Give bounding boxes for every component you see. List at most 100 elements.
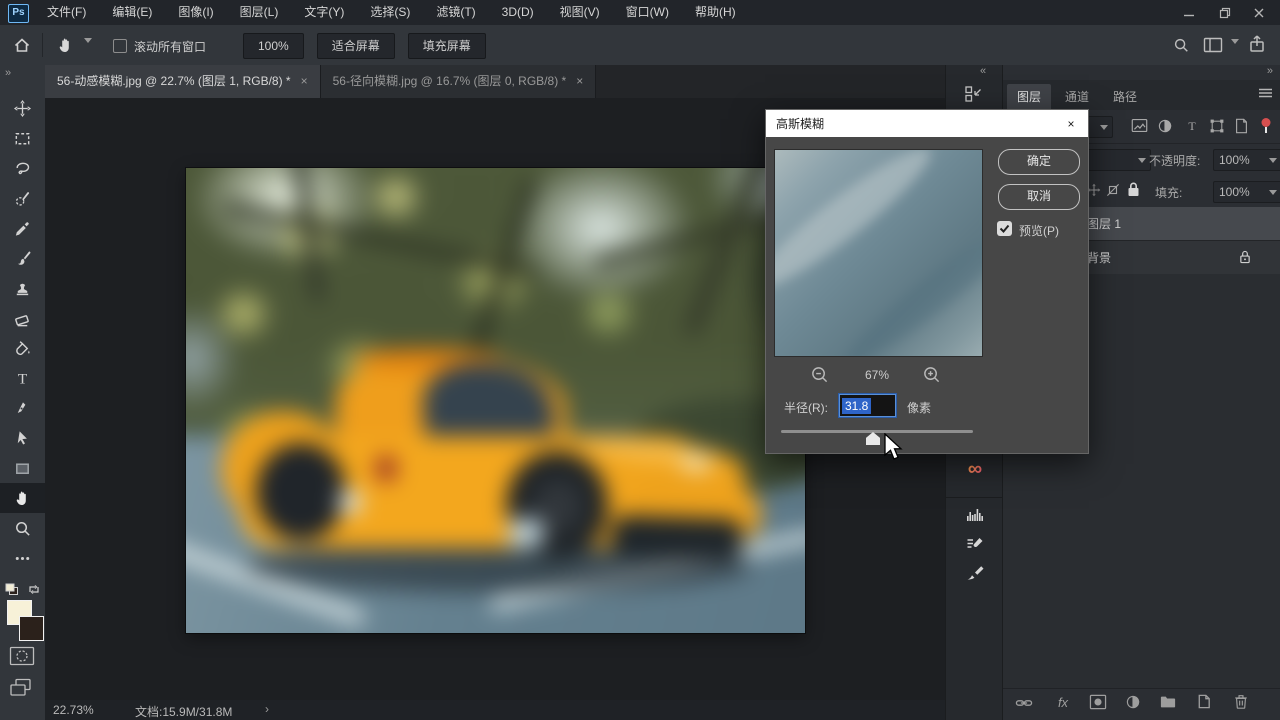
tab-paths[interactable]: 路径: [1103, 84, 1147, 110]
brushes-icon[interactable]: [964, 563, 986, 583]
preview-checkbox[interactable]: [997, 221, 1012, 236]
link-icon[interactable]: [1015, 695, 1033, 711]
home-icon[interactable]: [12, 35, 32, 55]
quick-selection-tool[interactable]: [0, 183, 45, 213]
tab-close-icon[interactable]: ×: [301, 65, 308, 98]
group-icon[interactable]: [1159, 694, 1177, 710]
ai-plugin-icon[interactable]: ∞: [961, 458, 989, 480]
collapse-dock-icon[interactable]: «: [980, 65, 986, 77]
marquee-tool[interactable]: [0, 123, 45, 153]
menu-filter[interactable]: 滤镜(T): [423, 0, 488, 25]
lock-position-icon[interactable]: [1087, 183, 1101, 197]
share-icon[interactable]: [1248, 34, 1266, 54]
default-colors-icon[interactable]: [5, 583, 19, 596]
radius-value-selected: 31.8: [842, 398, 871, 414]
histogram-icon[interactable]: [964, 505, 986, 523]
tab-channels[interactable]: 通道: [1055, 84, 1099, 110]
fill-screen-button[interactable]: 填充屏幕: [408, 33, 486, 59]
lock-all-icon[interactable]: [1127, 182, 1140, 197]
hand-tool[interactable]: [0, 483, 45, 513]
blur-preview[interactable]: [774, 149, 983, 357]
type-tool[interactable]: T: [0, 363, 45, 393]
menu-3d[interactable]: 3D(D): [489, 0, 547, 25]
zoom-100-button[interactable]: 100%: [243, 33, 304, 59]
search-icon[interactable]: [1172, 36, 1190, 54]
radius-slider-track[interactable]: [781, 430, 973, 433]
mask-icon[interactable]: [1089, 694, 1107, 710]
status-chevron-icon[interactable]: ›: [265, 702, 269, 716]
document-tab-bar: 56-动感模糊.jpg @ 22.7% (图层 1, RGB/8) * × 56…: [45, 65, 945, 98]
radius-input[interactable]: 31.8: [839, 394, 896, 417]
menu-layer[interactable]: 图层(L): [227, 0, 292, 25]
doc-tab-motion-blur[interactable]: 56-动感模糊.jpg @ 22.7% (图层 1, RGB/8) * ×: [45, 65, 321, 98]
menu-edit[interactable]: 编辑(E): [99, 0, 165, 25]
menu-window[interactable]: 窗口(W): [613, 0, 682, 25]
doc-tab-title: 56-动感模糊.jpg @ 22.7% (图层 1, RGB/8) *: [57, 65, 291, 98]
quick-mask-icon[interactable]: [9, 646, 35, 666]
zoom-buttons: 100% 适合屏幕 填充屏幕: [243, 33, 486, 59]
clone-stamp-tool[interactable]: [0, 273, 45, 303]
canvas-photo[interactable]: [186, 168, 805, 633]
menu-select[interactable]: 选择(S): [357, 0, 423, 25]
rectangle-tool[interactable]: [0, 453, 45, 483]
opacity-text: 100%: [1219, 153, 1250, 167]
eraser-tool[interactable]: [0, 303, 45, 333]
lasso-tool[interactable]: [0, 153, 45, 183]
doc-tab-radial-blur[interactable]: 56-径向模糊.jpg @ 16.7% (图层 0, RGB/8) * ×: [321, 65, 597, 98]
layer-name: 图层 1: [1087, 215, 1121, 232]
pen-tool[interactable]: [0, 393, 45, 423]
path-selection-tool[interactable]: [0, 423, 45, 453]
zoom-tool[interactable]: [0, 513, 45, 543]
collapse-panels-icon[interactable]: [964, 85, 984, 103]
menu-help[interactable]: 帮助(H): [682, 0, 749, 25]
adjustment-filter-icon[interactable]: [1157, 118, 1173, 134]
type-filter-icon[interactable]: T: [1184, 118, 1200, 134]
brush-settings-icon[interactable]: [964, 535, 986, 555]
tab-layers[interactable]: 图层: [1007, 84, 1051, 110]
brush-tool[interactable]: [0, 243, 45, 273]
chevron-down-icon[interactable]: [84, 43, 92, 61]
lock-transform-icon[interactable]: [1106, 183, 1120, 197]
delete-icon[interactable]: [1233, 693, 1249, 710]
eyedropper-tool[interactable]: [0, 213, 45, 243]
photo-shape: [576, 283, 641, 343]
dialog-close-icon[interactable]: ×: [1054, 110, 1088, 137]
paint-bucket-tool[interactable]: [0, 333, 45, 363]
new-layer-icon[interactable]: [1196, 693, 1212, 710]
background-color-swatch[interactable]: [19, 616, 44, 641]
tab-close-icon[interactable]: ×: [576, 65, 583, 98]
shape-filter-icon[interactable]: [1209, 118, 1225, 134]
move-tool[interactable]: [0, 93, 45, 123]
scroll-all-windows-checkbox[interactable]: [113, 39, 127, 53]
fx-icon[interactable]: fx: [1053, 693, 1073, 711]
close-window-button[interactable]: [1238, 0, 1280, 25]
radius-slider-thumb[interactable]: [866, 432, 880, 445]
edit-toolbar-icon[interactable]: [0, 543, 45, 573]
dialog-title-bar[interactable]: 高斯模糊 ×: [766, 110, 1088, 137]
car-number-patch: [339, 491, 361, 513]
ok-button[interactable]: 确定: [998, 149, 1080, 175]
filter-pin-icon[interactable]: [1260, 117, 1272, 134]
opacity-value[interactable]: 100%: [1213, 149, 1280, 171]
fill-value[interactable]: 100%: [1213, 181, 1280, 203]
smart-object-filter-icon[interactable]: [1234, 118, 1249, 134]
menu-type[interactable]: 文字(Y): [291, 0, 357, 25]
preview-zoom-in-icon[interactable]: [922, 365, 941, 384]
menu-file[interactable]: 文件(F): [34, 0, 99, 25]
status-zoom-field[interactable]: 22.73%: [53, 703, 94, 717]
workspace-icon[interactable]: [1203, 37, 1223, 53]
collapse-toolbar-icon[interactable]: »: [5, 67, 11, 79]
screen-mode-icon[interactable]: [9, 678, 35, 698]
menu-view[interactable]: 视图(V): [547, 0, 613, 25]
expand-dock-icon[interactable]: »: [1267, 65, 1273, 77]
panel-menu-icon[interactable]: [1258, 87, 1273, 100]
adjustment-icon[interactable]: [1125, 694, 1141, 710]
hand-tool-option-icon[interactable]: [56, 35, 76, 55]
cancel-button[interactable]: 取消: [998, 184, 1080, 210]
menu-image[interactable]: 图像(I): [165, 0, 226, 25]
image-filter-icon[interactable]: [1131, 118, 1148, 133]
swap-colors-icon[interactable]: [27, 583, 41, 596]
preview-zoom-out-icon[interactable]: [810, 365, 829, 384]
fit-screen-button[interactable]: 适合屏幕: [317, 33, 395, 59]
chevron-down-icon[interactable]: [1231, 44, 1239, 62]
